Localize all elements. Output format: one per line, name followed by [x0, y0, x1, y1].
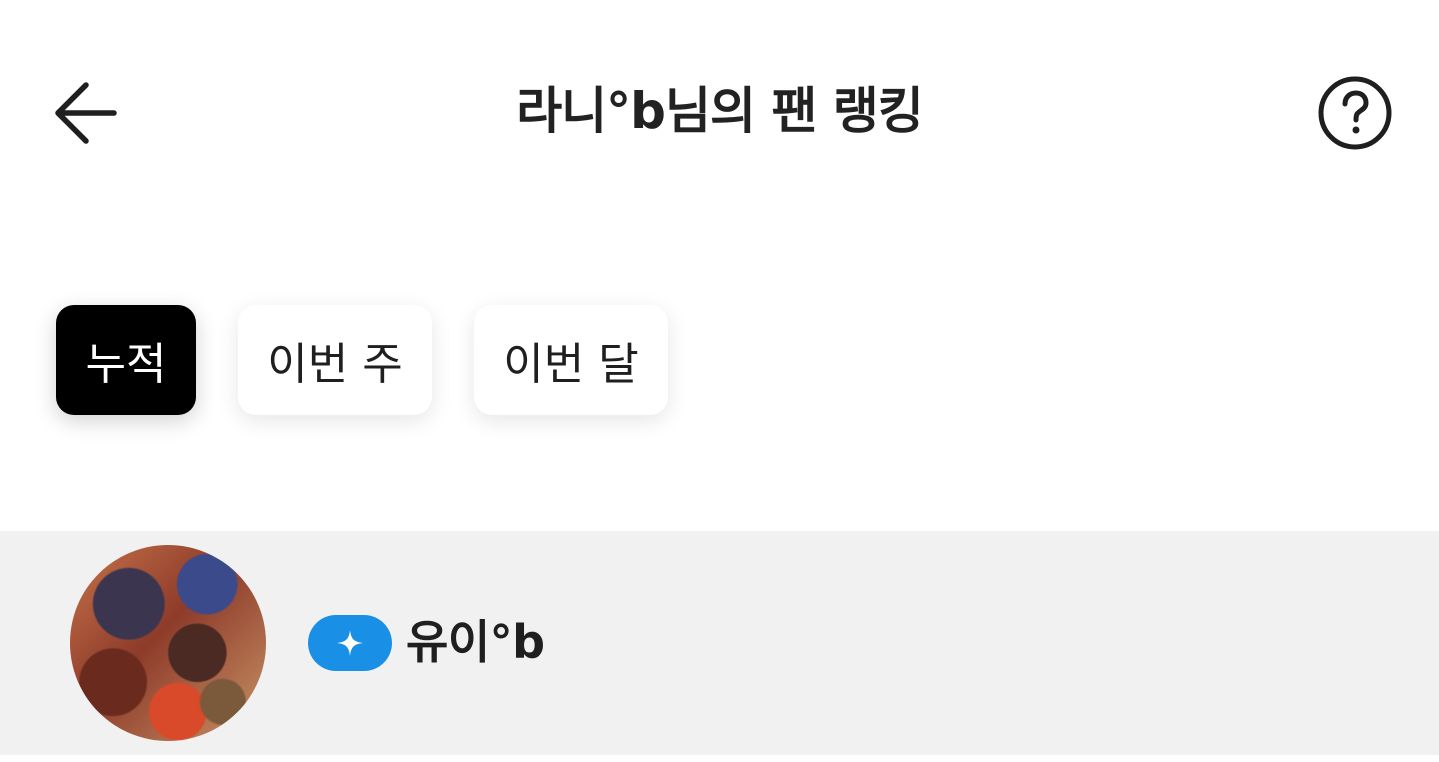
- tab-cumulative[interactable]: 누적: [56, 305, 196, 415]
- question-circle-icon: [1318, 76, 1392, 150]
- sparkle-icon: [337, 630, 363, 656]
- header: 라니°b님의 팬 랭킹: [0, 0, 1439, 222]
- help-button[interactable]: [1316, 74, 1394, 152]
- tab-this-week[interactable]: 이번 주: [238, 305, 432, 415]
- page-title: 라니°b님의 팬 랭킹: [516, 82, 924, 140]
- fan-username[interactable]: 유이°b: [406, 611, 545, 673]
- period-filter-tabs: 누적 이번 주 이번 달: [56, 305, 668, 415]
- fan-ranking-page: 라니°b님의 팬 랭킹 누적 이번 주 이번 달 유이°b: [0, 0, 1439, 762]
- avatar[interactable]: [70, 545, 266, 741]
- tab-this-month[interactable]: 이번 달: [474, 305, 668, 415]
- ranking-list-item[interactable]: 유이°b: [0, 531, 1439, 755]
- fan-badge: [308, 615, 392, 671]
